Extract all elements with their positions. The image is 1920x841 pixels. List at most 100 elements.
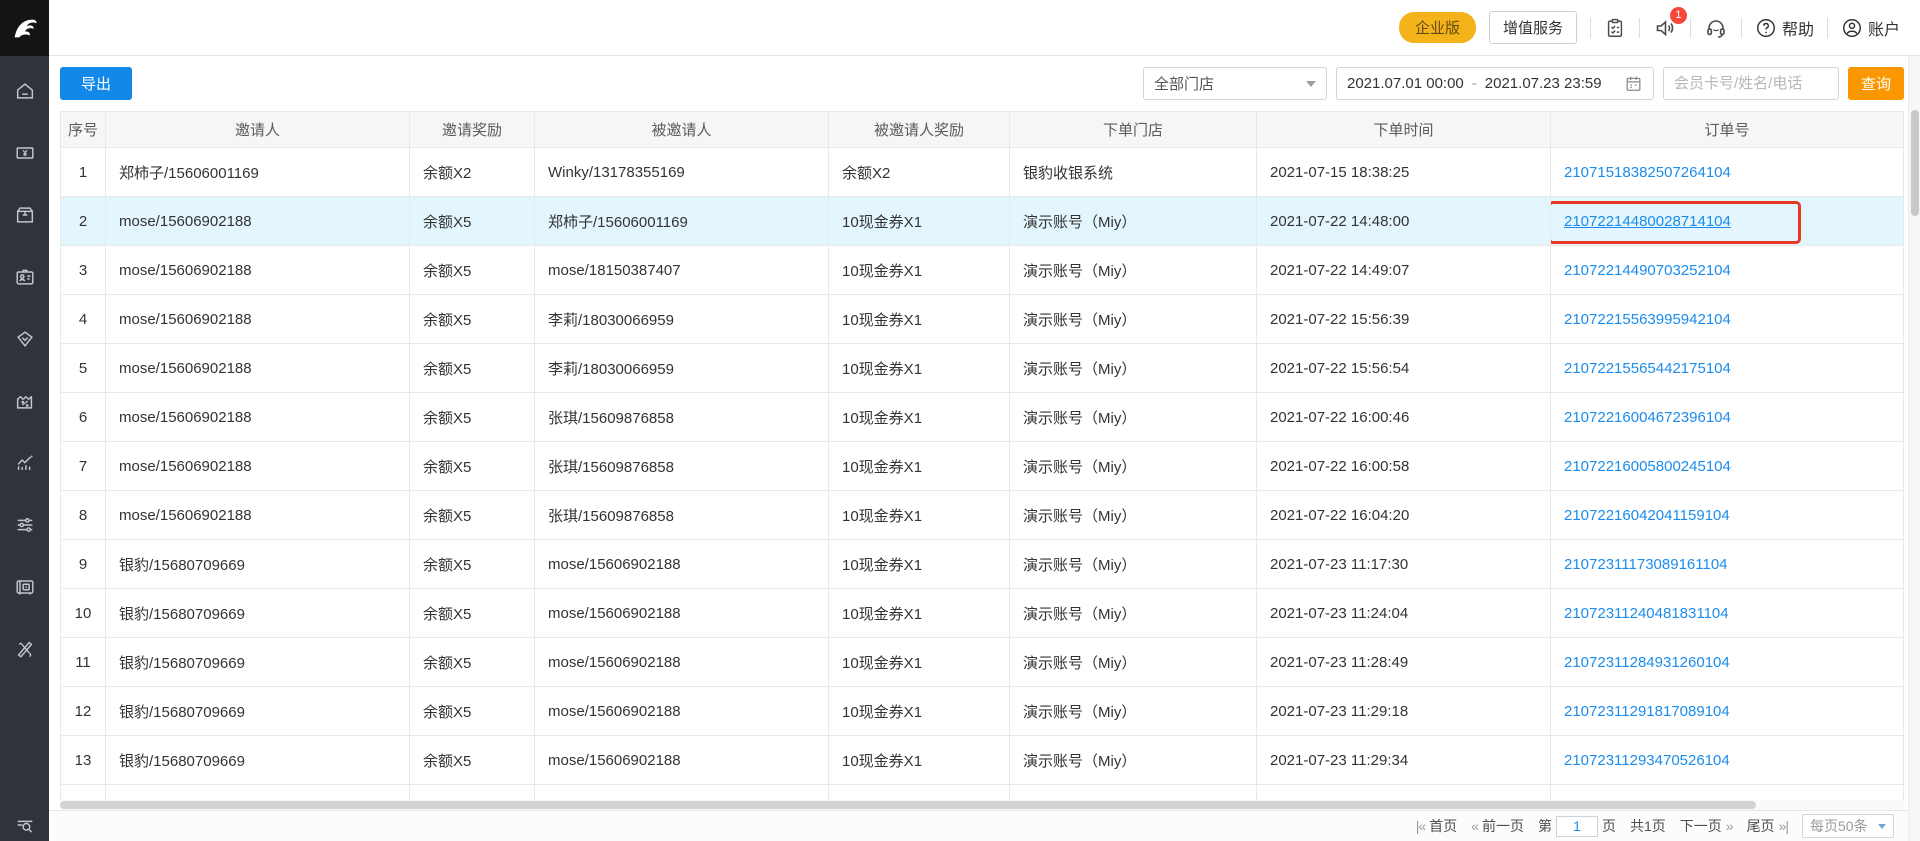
cell-seq: 7 [60,441,106,491]
panther-icon [14,19,36,37]
cell-inviter: 银豹/15680709669 [105,735,410,785]
prev-page-button[interactable]: « 前一页 [1471,816,1524,836]
vertical-scrollbar-thumb[interactable] [1911,110,1919,216]
help-question-icon [1756,18,1775,37]
chevron-down-icon [1306,80,1316,87]
first-page-button[interactable]: |« 首页 [1416,816,1457,836]
column-header: 邀请人 [105,111,410,148]
cell-order-no: 21072311293470526104 [1550,735,1904,785]
order-number-link[interactable]: 21072216005800245104 [1564,458,1731,475]
cell-store: 演示账号（Miy） [1009,735,1257,785]
cell-inviter_reward: 余额X5 [409,245,535,295]
table-row: 8 mose/15606902188 余额X5 张琪/15609876858 10现金券… [60,490,1904,540]
topbar: 企业版 增值服务 1 帮助 账户 [0,0,1920,56]
order-number-link[interactable]: 21072215563995942104 [1564,311,1731,328]
coupon-icon [16,396,32,409]
cell-inviter_reward: 余额X5 [409,539,535,589]
value-added-services-button[interactable]: 增值服务 [1488,11,1577,44]
cell-order-no: 21072215565442175104 [1550,343,1904,393]
cell-order_time: 2021-07-23 11:29:34 [1256,735,1551,785]
sidebar-item-home[interactable] [13,80,37,102]
store-filter-select[interactable]: 全部门店 [1143,67,1327,100]
order-number-link[interactable]: 21072216042041159104 [1564,507,1730,524]
cell-invitee: 李莉/18030066959 [534,294,829,344]
cell-store: 银豹收银系统 [1009,147,1257,197]
date-range-picker[interactable]: 2021.07.01 00:00 - 2021.07.23 23:59 [1336,67,1654,100]
sliders-icon [17,518,32,532]
sidebar-item-safe[interactable] [13,576,37,598]
tasks-clipboard-icon[interactable] [1604,17,1626,39]
pospal-backend-page: 企业版 增值服务 1 帮助 账户 导出 全部门店 2021.07.01 00:0… [0,0,1920,841]
cell-inviter_reward: 余额X5 [409,441,535,491]
next-page-button[interactable]: 下一页 » [1680,816,1734,836]
order-number-link[interactable]: 21072215565442175104 [1564,360,1731,377]
table-row: 1 郑柿子/15606001169 余额X2 Winky/13178355169 余额X… [60,147,1904,197]
vertical-scrollbar[interactable] [1908,56,1920,841]
invite-records-table: 序号 邀请人 邀请奖励 被邀请人 被邀请人奖励 下单门店 下单时间 订单号 1 郑柿子/1560… [60,111,1904,800]
query-button[interactable]: 查询 [1848,67,1904,100]
order-number-link[interactable]: 21072216004672396104 [1564,409,1731,426]
cell-inviter: mose/15606902188 [105,245,410,295]
table-row: 11 银豹/15680709669 余额X5 mose/15606902188 10现金… [60,637,1904,687]
support-headset-icon[interactable] [1704,16,1728,40]
order-number-link[interactable]: 21072214480028714104 [1564,213,1731,230]
cell-invitee: mose/15606902188 [534,588,829,638]
cell-seq: 4 [60,294,106,344]
cell-invitee_reward: 10现金券X1 [828,686,1010,736]
sidebar-item-tools[interactable] [13,638,37,660]
sidebar-item-search-menu[interactable] [0,814,49,836]
cell-seq: 1 [60,147,106,197]
cell-order-no: 21072216042041159104 [1550,490,1904,540]
sidebar-item-reports[interactable] [13,452,37,474]
sidebar-item-settings[interactable] [13,514,37,536]
table-row: 2 mose/15606902188 余额X5 郑柿子/15606001169 10现金… [60,196,1904,246]
horizontal-scrollbar-thumb[interactable] [60,801,1757,809]
cell-invitee: 李莉/18030066959 [534,343,829,393]
pagination-bar: |« 首页 « 前一页 第 1 页 共1页 下一页 » 尾页 »| 每页50条 [49,810,1908,841]
cell-inviter_reward: 余额X5 [409,196,535,246]
cell-seq: 13 [60,735,106,785]
sidebar-item-products[interactable] [13,204,37,226]
pospal-logo[interactable] [0,0,49,56]
first-page-icon: |« [1415,818,1426,834]
help-button[interactable]: 帮助 [1755,16,1814,40]
page-size-value: 每页50条 [1810,818,1868,834]
edition-badge[interactable]: 企业版 [1398,12,1476,43]
sidebar-item-promotions[interactable] [13,390,37,412]
page-post-label: 页 [1601,818,1616,834]
export-button[interactable]: 导出 [60,67,132,100]
cell-store: 演示账号（Miy） [1009,392,1257,442]
cell-store: 演示账号（Miy） [1009,441,1257,491]
column-header: 被邀请人奖励 [828,111,1010,148]
sidebar-item-members[interactable] [13,266,37,288]
total-pages-label: 共1页 [1629,818,1666,834]
page-number-group: 第 1 页 [1538,815,1616,837]
page-size-select[interactable]: 每页50条 [1802,814,1894,838]
order-number-link[interactable]: 21072311240481831104 [1564,605,1729,622]
member-search-input[interactable] [1663,67,1839,100]
order-number-link[interactable]: 21072311293470526104 [1564,752,1730,769]
cell-order_time: 2021-07-15 18:38:25 [1256,147,1551,197]
order-number-link[interactable]: 21072311284931260104 [1564,654,1730,671]
order-number-link[interactable]: 21072311291817089104 [1564,703,1730,720]
cell-store: 演示账号（Miy） [1009,637,1257,687]
horizontal-scrollbar[interactable] [60,800,1904,810]
table-row: 12 银豹/15680709669 余额X5 mose/15606902188 10现金… [60,686,1904,736]
cell-store: 演示账号（Miy） [1009,490,1257,540]
store-filter-value: 全部门店 [1154,76,1215,93]
cell-order-no: 21071518382507264104 [1550,147,1904,197]
account-button[interactable]: 账户 [1841,16,1900,40]
cell-invitee_reward: 10现金券X1 [828,392,1010,442]
last-page-button[interactable]: 尾页 »| [1747,816,1789,836]
order-number-link[interactable]: 21071518382507264104 [1564,164,1731,181]
announcement-speaker-icon[interactable]: 1 [1653,6,1687,40]
order-number-link[interactable]: 21072311173089161104 [1564,556,1728,573]
order-number-link[interactable]: 21072214490703252104 [1564,262,1731,279]
page-number-input[interactable]: 1 [1555,815,1598,837]
cell-invitee: 郑柿子/15606001169 [534,196,829,246]
sidebar-item-funds[interactable] [13,142,37,164]
cell-store: 演示账号（Miy） [1009,539,1257,589]
sidebar-item-marketing[interactable] [13,328,37,350]
cell-inviter_reward: 余额X5 [409,294,535,344]
cell-seq: 11 [60,637,106,687]
